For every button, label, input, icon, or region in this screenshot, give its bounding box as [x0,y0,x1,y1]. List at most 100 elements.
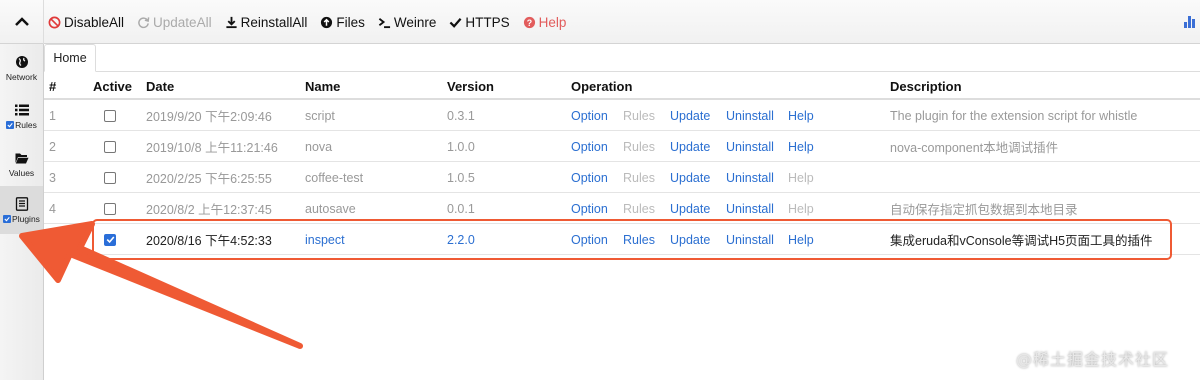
rules-link[interactable]: Rules [623,131,655,162]
active-checkbox[interactable] [104,171,116,184]
row-version: 0.0.1 [447,201,475,216]
row-name: coffee-test [305,170,364,185]
question-circle-icon: ? [523,16,536,29]
row-version: 2.2.0 [447,232,475,247]
help-link[interactable]: Help [788,162,814,193]
row-num: 2 [49,139,56,154]
active-cell [104,162,116,193]
sidebar-item-label: Network [5,71,38,82]
https-button[interactable]: HTTPS [449,14,510,30]
rules-link[interactable]: Rules [623,193,655,224]
update-link[interactable]: Update [670,224,710,255]
rules-link[interactable]: Rules [623,162,655,193]
rules-enabled-checkbox[interactable] [6,120,15,129]
tab-bar: Home [44,44,1200,72]
rules-link[interactable]: Rules [623,224,655,255]
reinstall-all-button[interactable]: ReinstallAll [225,14,308,30]
header-version: Version [447,78,494,94]
rules-link[interactable]: Rules [623,100,655,131]
reinstall-all-label: ReinstallAll [240,14,308,30]
active-checkbox[interactable] [104,140,116,153]
active-cell [104,224,116,255]
upload-circle-icon [320,16,333,29]
update-link[interactable]: Update [670,100,710,131]
row-date: 2020/8/2 上午12:37:45 [146,203,272,217]
option-link[interactable]: Option [571,224,608,255]
sidebar-item-values[interactable]: Values [0,140,43,188]
update-link[interactable]: Update [670,193,710,224]
uninstall-link[interactable]: Uninstall [726,131,774,162]
weinre-label: Weinre [393,14,437,30]
active-checkbox[interactable] [104,202,116,215]
row-date: 2020/2/25 下午6:25:55 [146,172,272,186]
row-description: nova-component本地调试插件 [890,141,1059,155]
plugin-icon [15,196,28,211]
row-name: nova [305,139,333,154]
files-label: Files [336,14,365,30]
svg-text:?: ? [526,17,531,27]
header-name: Name [305,78,341,94]
uninstall-link[interactable]: Uninstall [726,193,774,224]
update-link[interactable]: Update [670,131,710,162]
sidebar-item-plugins[interactable]: Plugins [0,186,43,234]
header-date: Date [146,78,175,94]
files-button[interactable]: Files [320,15,365,30]
uninstall-link[interactable]: Uninstall [726,100,774,131]
left-sidebar: Network Rules Values Plugins [0,44,44,380]
row-date: 2019/9/20 下午2:09:46 [146,110,272,124]
help-link[interactable]: Help [788,224,814,255]
help-link[interactable]: Help [788,100,814,131]
table-header: # Active Date Name Version Operation Des… [44,72,1200,100]
ban-icon [48,16,61,29]
bar-chart-icon[interactable] [1184,14,1196,28]
sidebar-item-label: Values [8,167,35,178]
row-num: 1 [49,108,56,123]
table-row: 3 2020/2/25 下午6:25:55 coffee-test 1.0.5 Opti… [44,162,1200,193]
option-link[interactable]: Option [571,131,608,162]
disable-all-button[interactable]: DisableAll [48,15,124,30]
active-checkbox[interactable] [104,233,116,246]
update-link[interactable]: Update [670,162,710,193]
table-row: 4 2020/8/2 上午12:37:45 autosave 0.0.1 Option R… [44,193,1200,224]
plugins-enabled-checkbox[interactable] [3,214,12,223]
check-icon [449,16,462,29]
uninstall-link[interactable]: Uninstall [726,162,774,193]
uninstall-link[interactable]: Uninstall [726,224,774,255]
https-label: HTTPS [465,14,510,30]
row-name: script [305,108,335,123]
sidebar-item-network[interactable]: Network [0,44,43,92]
row-date: 2020/8/16 下午4:52:33 [146,234,272,248]
weinre-button[interactable]: Weinre [378,14,437,30]
help-button[interactable]: ? Help [523,14,567,30]
row-version: 1.0.0 [447,139,475,154]
disable-all-label: DisableAll [64,14,125,30]
collapse-toolbar-button[interactable] [0,0,44,44]
top-toolbar: DisableAll UpdateAll ReinstallAll Files … [0,0,1200,44]
table-row: 1 2019/9/20 下午2:09:46 script 0.3.1 Option Rul… [44,100,1200,131]
row-name[interactable]: inspect [305,224,345,255]
active-checkbox[interactable] [104,109,116,122]
tab-home[interactable]: Home [44,44,96,72]
row-description: 自动保存指定抓包数据到本地目录 [890,203,1078,217]
help-link[interactable]: Help [788,193,814,224]
option-link[interactable]: Option [571,193,608,224]
sidebar-item-label: Rules [15,119,37,130]
sidebar-item-label: Plugins [12,213,40,224]
folder-icon [15,153,28,163]
download-icon [225,16,238,29]
option-link[interactable]: Option [571,162,608,193]
help-label: Help [538,14,567,30]
option-link[interactable]: Option [571,100,608,131]
row-description: 集成eruda和vConsole等调试H5页面工具的插件 [890,234,1153,248]
terminal-icon [378,16,391,29]
update-all-button[interactable]: UpdateAll [137,15,212,30]
header-active: Active [93,78,133,94]
chevron-up-icon [14,17,29,26]
table-row: 2020/8/16 下午4:52:33 inspect 2.2.0 Option Rul… [44,224,1200,255]
sidebar-item-rules[interactable]: Rules [0,92,43,140]
header-description: Description [890,78,962,94]
row-num: 4 [49,201,56,216]
help-link[interactable]: Help [788,131,814,162]
active-cell [104,131,116,162]
row-date: 2019/10/8 上午11:21:46 [146,141,278,155]
